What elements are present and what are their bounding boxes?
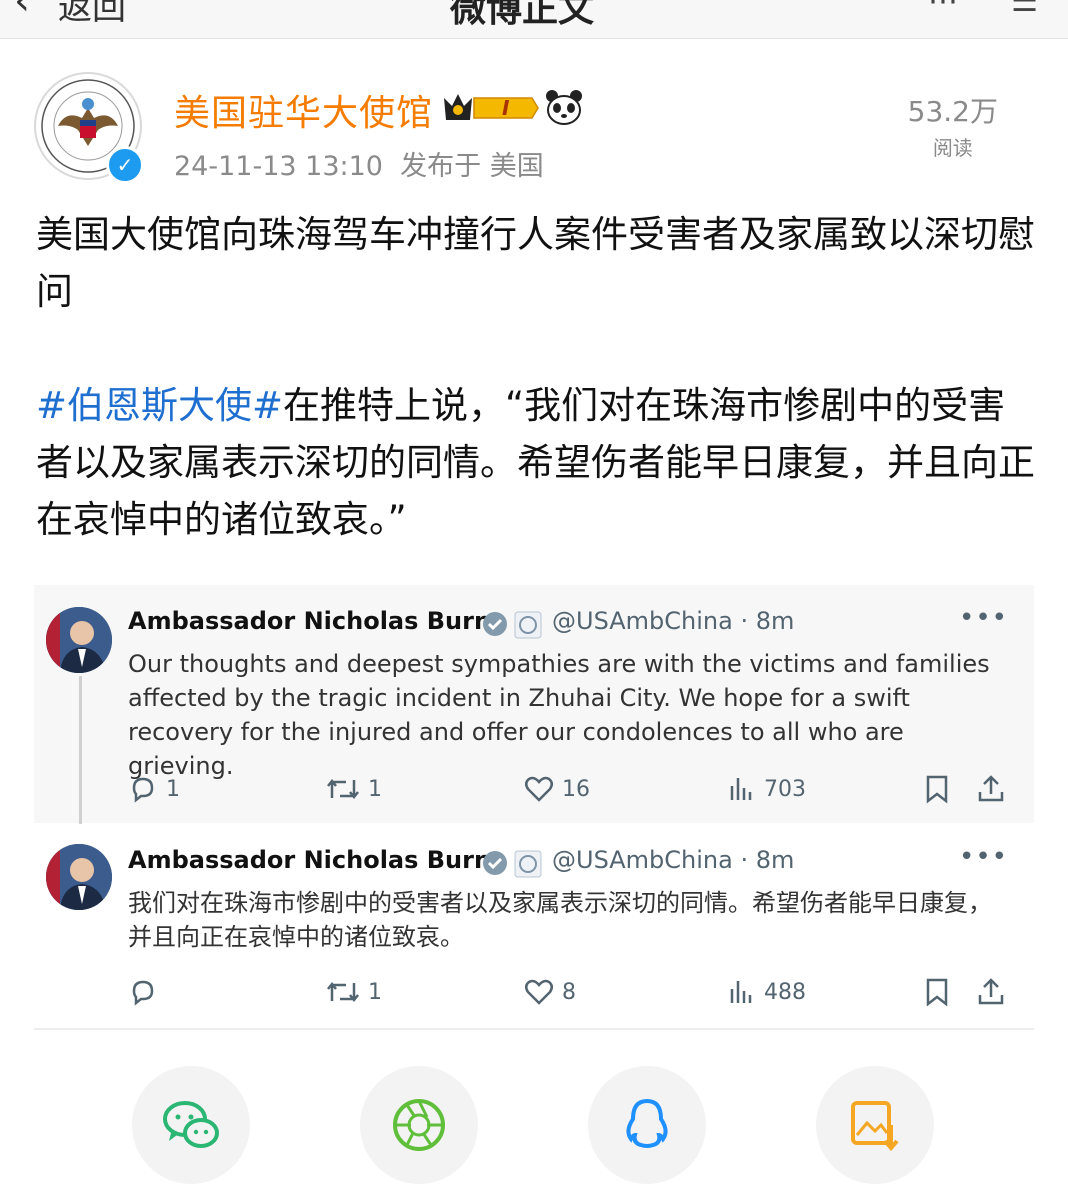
hashtag-link[interactable]: #伯恩斯大使#: [36, 384, 283, 427]
share-tweet-button[interactable]: [976, 769, 1014, 809]
post-body: 美国大使馆向珠海驾车冲撞行人案件受害者及家属致以深切慰问 #伯恩斯大使#在推特上…: [36, 206, 1036, 548]
back-label[interactable]: 返回: [58, 0, 126, 29]
wechat-icon: [163, 1101, 219, 1148]
tweet-more-icon[interactable]: •••: [959, 603, 1008, 633]
reply-icon: [132, 777, 154, 803]
retweet-count: 1: [368, 979, 382, 1005]
like-button[interactable]: 8: [524, 972, 576, 1012]
post-headline: 美国大使馆向珠海驾车冲撞行人案件受害者及家属致以深切慰问: [36, 213, 1035, 313]
tweet-author-name[interactable]: Ambassador Nicholas Burns: [128, 846, 505, 874]
government-seal-icon: [514, 850, 542, 878]
member-level-badge[interactable]: I: [440, 90, 540, 126]
top-nav-bar: ‹ 返回 微博正文 ⋯ ☰: [0, 0, 1068, 39]
read-label: 阅读: [932, 136, 973, 160]
share-up-icon: [978, 978, 1004, 1005]
views-button[interactable]: 703: [728, 769, 806, 809]
weibo-post-page: ‹ 返回 微博正文 ⋯ ☰ ✓ 美国驻华大使馆 I 24-11-13 13:10…: [0, 0, 1068, 1200]
embedded-tweet-card[interactable]: Ambassador Nicholas Burns @USAmbChina · …: [34, 585, 1034, 823]
verified-badge-icon: ✓: [106, 146, 144, 184]
tweet-text: 我们对在珠海市惨剧中的受害者以及家属表示深切的同情。希望伤者能早日康复，并且向正…: [128, 889, 992, 951]
verified-check-icon: [483, 851, 507, 875]
views-icon: [730, 981, 752, 1003]
tweet-more-icon[interactable]: •••: [959, 842, 1008, 872]
bookmark-icon: [926, 775, 948, 804]
post-location: 发布于 美国: [400, 151, 544, 182]
retweet-button[interactable]: 1: [326, 972, 382, 1012]
bookmark-button[interactable]: [924, 769, 958, 809]
tweet-author-avatar: [46, 607, 112, 673]
more-icon[interactable]: ⋯: [928, 0, 958, 19]
page-title: 微博正文: [450, 0, 595, 30]
tweet-handle[interactable]: @USAmbChina · 8m: [552, 846, 794, 874]
views-icon: [730, 778, 752, 800]
share-wechat-button[interactable]: [132, 1066, 250, 1184]
view-count: 488: [764, 979, 806, 1005]
level-text: I: [502, 96, 510, 120]
bookmark-button[interactable]: [924, 972, 958, 1012]
heart-icon: [525, 776, 553, 802]
tweet-author-avatar: [46, 844, 112, 910]
save-image-icon: [851, 1101, 899, 1152]
person-photo-icon: [46, 844, 112, 910]
share-moments-button[interactable]: [360, 1066, 478, 1184]
tweet-handle[interactable]: @USAmbChina · 8m: [552, 607, 794, 635]
save-image-button[interactable]: [816, 1066, 934, 1184]
like-count: 16: [562, 776, 590, 802]
embedded-tweet-card[interactable]: Ambassador Nicholas Burns @USAmbChina · …: [34, 824, 1034, 1030]
back-arrow-icon[interactable]: ‹: [14, 0, 30, 24]
crown-icon: [444, 94, 539, 120]
tweet-text: Our thoughts and deepest sympathies are …: [128, 650, 990, 780]
views-button[interactable]: 488: [728, 972, 806, 1012]
share-tweet-button[interactable]: [976, 972, 1014, 1012]
verified-check-icon: [483, 612, 507, 636]
view-count: 703: [764, 776, 806, 802]
qq-icon: [626, 1098, 668, 1148]
menu-icon[interactable]: ☰: [1011, 0, 1038, 19]
retweet-icon: [327, 981, 359, 1003]
post-timestamp: 24-11-13 13:10: [174, 151, 383, 182]
post-meta: 24-11-13 13:10 发布于 美国: [174, 144, 544, 183]
retweet-count: 1: [368, 776, 382, 802]
share-qq-button[interactable]: [588, 1066, 706, 1184]
reply-icon: [132, 980, 154, 1006]
reply-button[interactable]: [128, 972, 166, 1012]
share-up-icon: [978, 775, 1004, 802]
bookmark-icon: [926, 978, 948, 1007]
tweet-action-bar: 1 8 488: [128, 972, 1008, 1012]
panda-icon: [546, 90, 582, 125]
thread-connector-line: [79, 676, 82, 836]
username[interactable]: 美国驻华大使馆: [174, 84, 433, 136]
post-paragraph: #伯恩斯大使#在推特上说，“我们对在珠海市惨剧中的受害者以及家属表示深切的同情。…: [36, 377, 1036, 548]
retweet-icon: [327, 778, 359, 800]
reply-count: 1: [166, 776, 180, 802]
read-count-block: 53.2万 阅读: [908, 90, 998, 161]
reply-button[interactable]: 1: [128, 769, 180, 809]
retweet-button[interactable]: 1: [326, 769, 382, 809]
government-seal-icon: [514, 611, 542, 639]
tweet-action-bar: 1 1 16 703: [128, 769, 1008, 809]
moments-icon: [393, 1099, 445, 1151]
tweet-author-name[interactable]: Ambassador Nicholas Burns: [128, 607, 505, 635]
read-count: 53.2万: [907, 95, 998, 128]
like-button[interactable]: 16: [524, 769, 590, 809]
like-count: 8: [562, 979, 576, 1005]
person-photo-icon: [46, 607, 112, 673]
heart-icon: [525, 979, 553, 1005]
